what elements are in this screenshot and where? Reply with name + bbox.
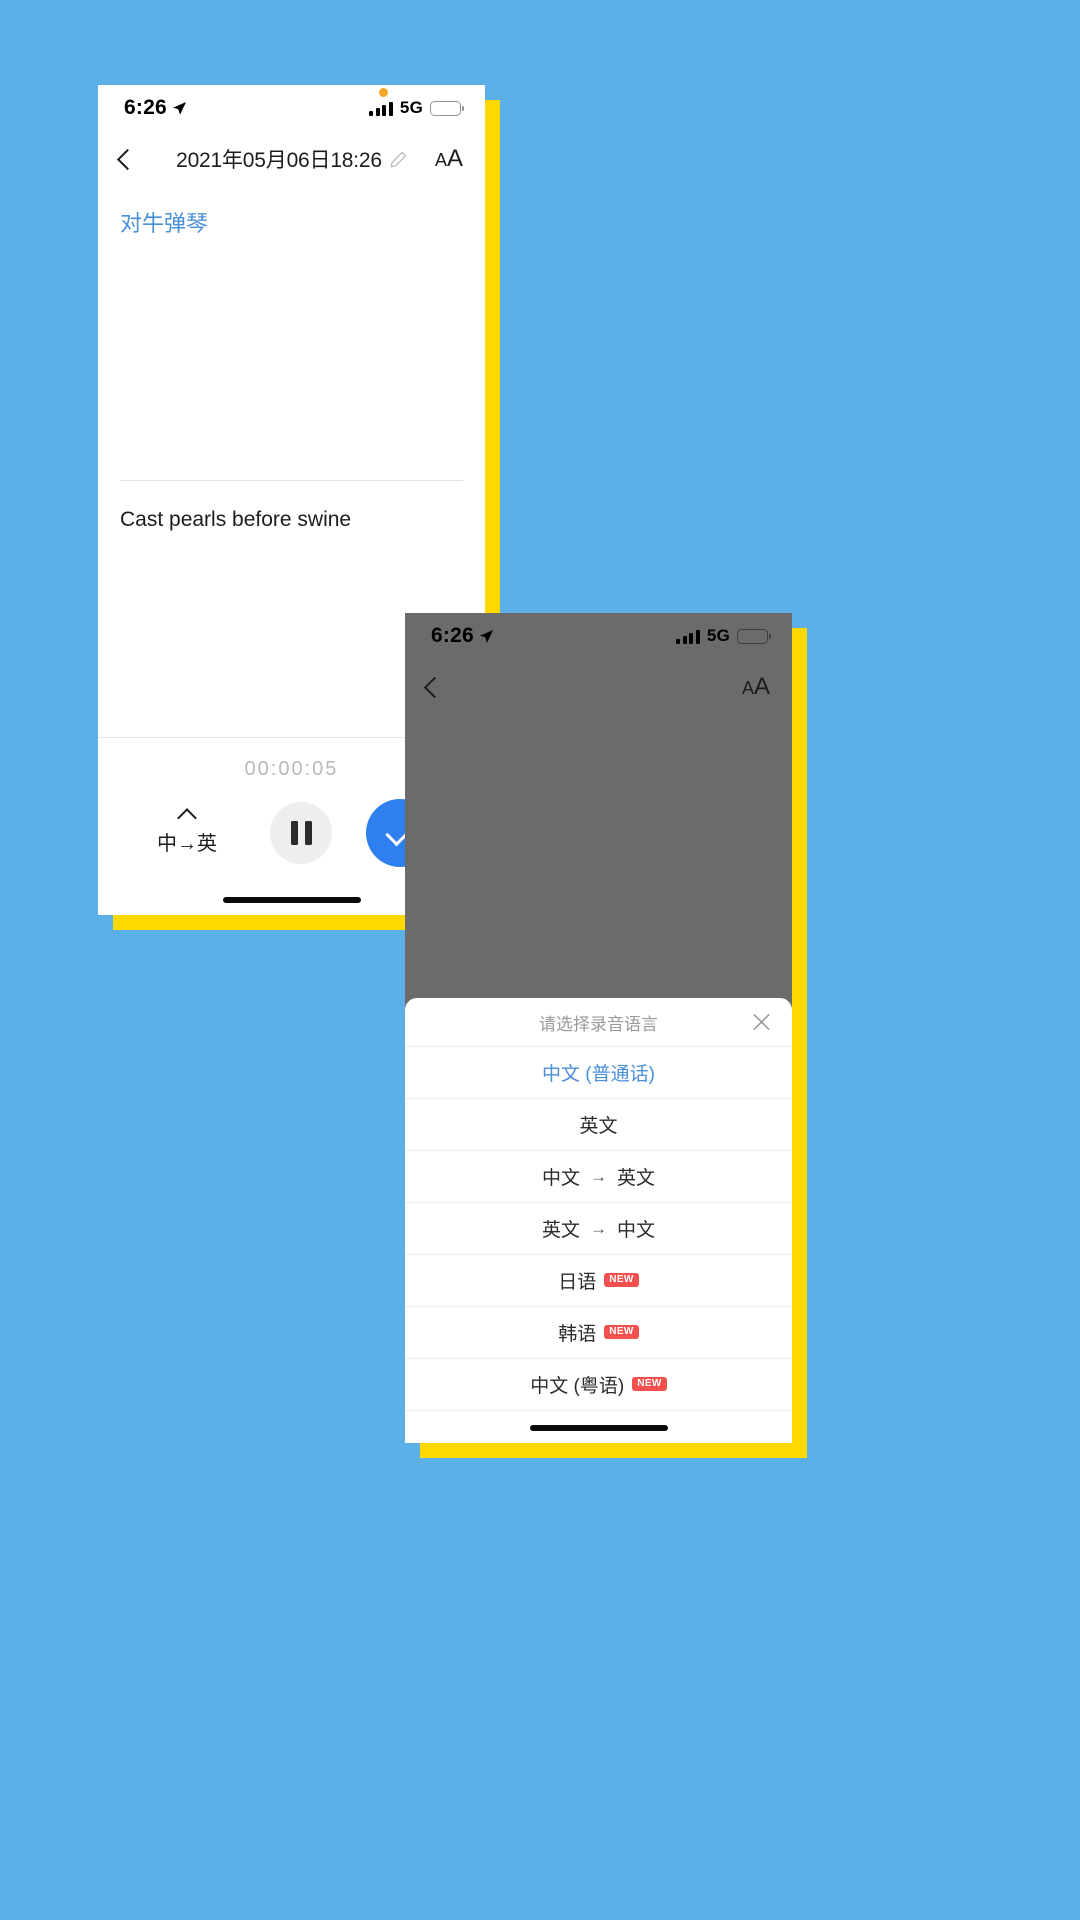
nav-title-group: 2021年05月06日18:26 xyxy=(98,144,485,174)
text-size-button[interactable]: A A xyxy=(742,673,770,701)
home-indicator xyxy=(405,1411,792,1443)
pencil-icon[interactable] xyxy=(390,151,407,168)
language-option-label-target: 中文 xyxy=(617,1220,656,1241)
new-badge: NEW xyxy=(604,1272,639,1287)
transcript-chinese: 对牛弹琴 xyxy=(120,211,209,236)
arrow-right-icon: → xyxy=(590,1218,607,1238)
language-option-ja[interactable]: 日语 NEW xyxy=(405,1255,792,1307)
language-option-zh-cantonese[interactable]: 中文 (粤语) NEW xyxy=(405,1359,792,1411)
transcript-english: Cast pearls before swine xyxy=(120,507,352,531)
note-content[interactable]: 对牛弹琴 Cast pearls before swine xyxy=(98,187,485,534)
new-badge: NEW xyxy=(632,1376,667,1391)
orange-recording-dot xyxy=(379,88,388,97)
language-option-label: 英文 xyxy=(579,1116,618,1137)
pause-icon xyxy=(290,821,298,845)
language-option-en[interactable]: 英文 xyxy=(405,1099,792,1151)
chevron-left-icon[interactable] xyxy=(423,676,446,698)
language-option-zh-to-en[interactable]: 中文 → 英文 xyxy=(405,1151,792,1203)
language-option-label-target: 英文 xyxy=(617,1168,656,1189)
battery-icon xyxy=(737,628,771,644)
status-right-group: 5G xyxy=(676,626,771,646)
text-size-button[interactable]: A A xyxy=(435,145,463,173)
pause-button[interactable] xyxy=(270,802,332,864)
text-size-large-a: A xyxy=(446,145,463,172)
status-right-group: 5G xyxy=(369,98,464,118)
language-option-label: 中文 xyxy=(541,1168,580,1189)
phone2-screen: 6:26 5G A A 请选择录音语言 中文 (普通话) 英文 中文 → 英文 … xyxy=(405,613,792,1443)
close-icon[interactable] xyxy=(751,1012,772,1033)
page-title: 2021年05月06日18:26 xyxy=(176,149,382,172)
sheet-header: 请选择录音语言 xyxy=(405,998,792,1047)
chevron-left-icon[interactable] xyxy=(116,148,139,170)
text-size-small-a: A xyxy=(434,150,447,170)
location-arrow-icon xyxy=(172,101,186,115)
network-label: 5G xyxy=(399,98,423,117)
phone2-status-bar: 6:26 5G xyxy=(405,613,792,659)
canvas: 6:26 5G 2021年05月06日18:26 A A 对牛弹琴 Cast p… xyxy=(0,0,1080,1920)
status-time: 6:26 xyxy=(124,96,167,119)
language-direction-label: 中→英 xyxy=(157,832,217,855)
language-option-label: 英文 xyxy=(541,1220,580,1241)
signal-bars-icon xyxy=(369,101,393,116)
battery-icon xyxy=(430,100,464,116)
signal-bars-icon xyxy=(676,629,700,644)
language-direction-button[interactable]: 中→英 xyxy=(132,807,242,856)
arrow-right-icon: → xyxy=(590,1166,607,1186)
language-option-label: 中文 (粤语) xyxy=(530,1376,625,1397)
language-option-en-to-zh[interactable]: 英文 → 中文 xyxy=(405,1203,792,1255)
language-option-label: 中文 (普通话) xyxy=(542,1064,655,1085)
phone2-nav-bar: A A xyxy=(405,659,792,715)
status-time: 6:26 xyxy=(431,624,474,647)
language-picker-sheet: 请选择录音语言 中文 (普通话) 英文 中文 → 英文 英文 → 中文 日语 N… xyxy=(405,998,792,1443)
language-option-zh-mandarin[interactable]: 中文 (普通话) xyxy=(405,1047,792,1099)
status-left-group: 6:26 xyxy=(431,624,494,648)
status-left-group: 6:26 xyxy=(124,96,187,120)
text-size-large-a: A xyxy=(753,673,770,700)
sheet-title: 请选择录音语言 xyxy=(539,1014,658,1034)
phone1-nav-bar: 2021年05月06日18:26 A A xyxy=(98,131,485,187)
language-option-label: 韩语 xyxy=(558,1324,597,1345)
location-arrow-icon xyxy=(479,629,493,643)
phone1-status-bar: 6:26 5G xyxy=(98,85,485,131)
pause-icon xyxy=(304,821,312,845)
new-badge: NEW xyxy=(604,1324,639,1339)
text-size-small-a: A xyxy=(741,678,754,698)
chevron-up-icon xyxy=(177,807,197,828)
network-label: 5G xyxy=(706,626,730,645)
language-option-label: 日语 xyxy=(558,1272,597,1293)
language-option-ko[interactable]: 韩语 NEW xyxy=(405,1307,792,1359)
